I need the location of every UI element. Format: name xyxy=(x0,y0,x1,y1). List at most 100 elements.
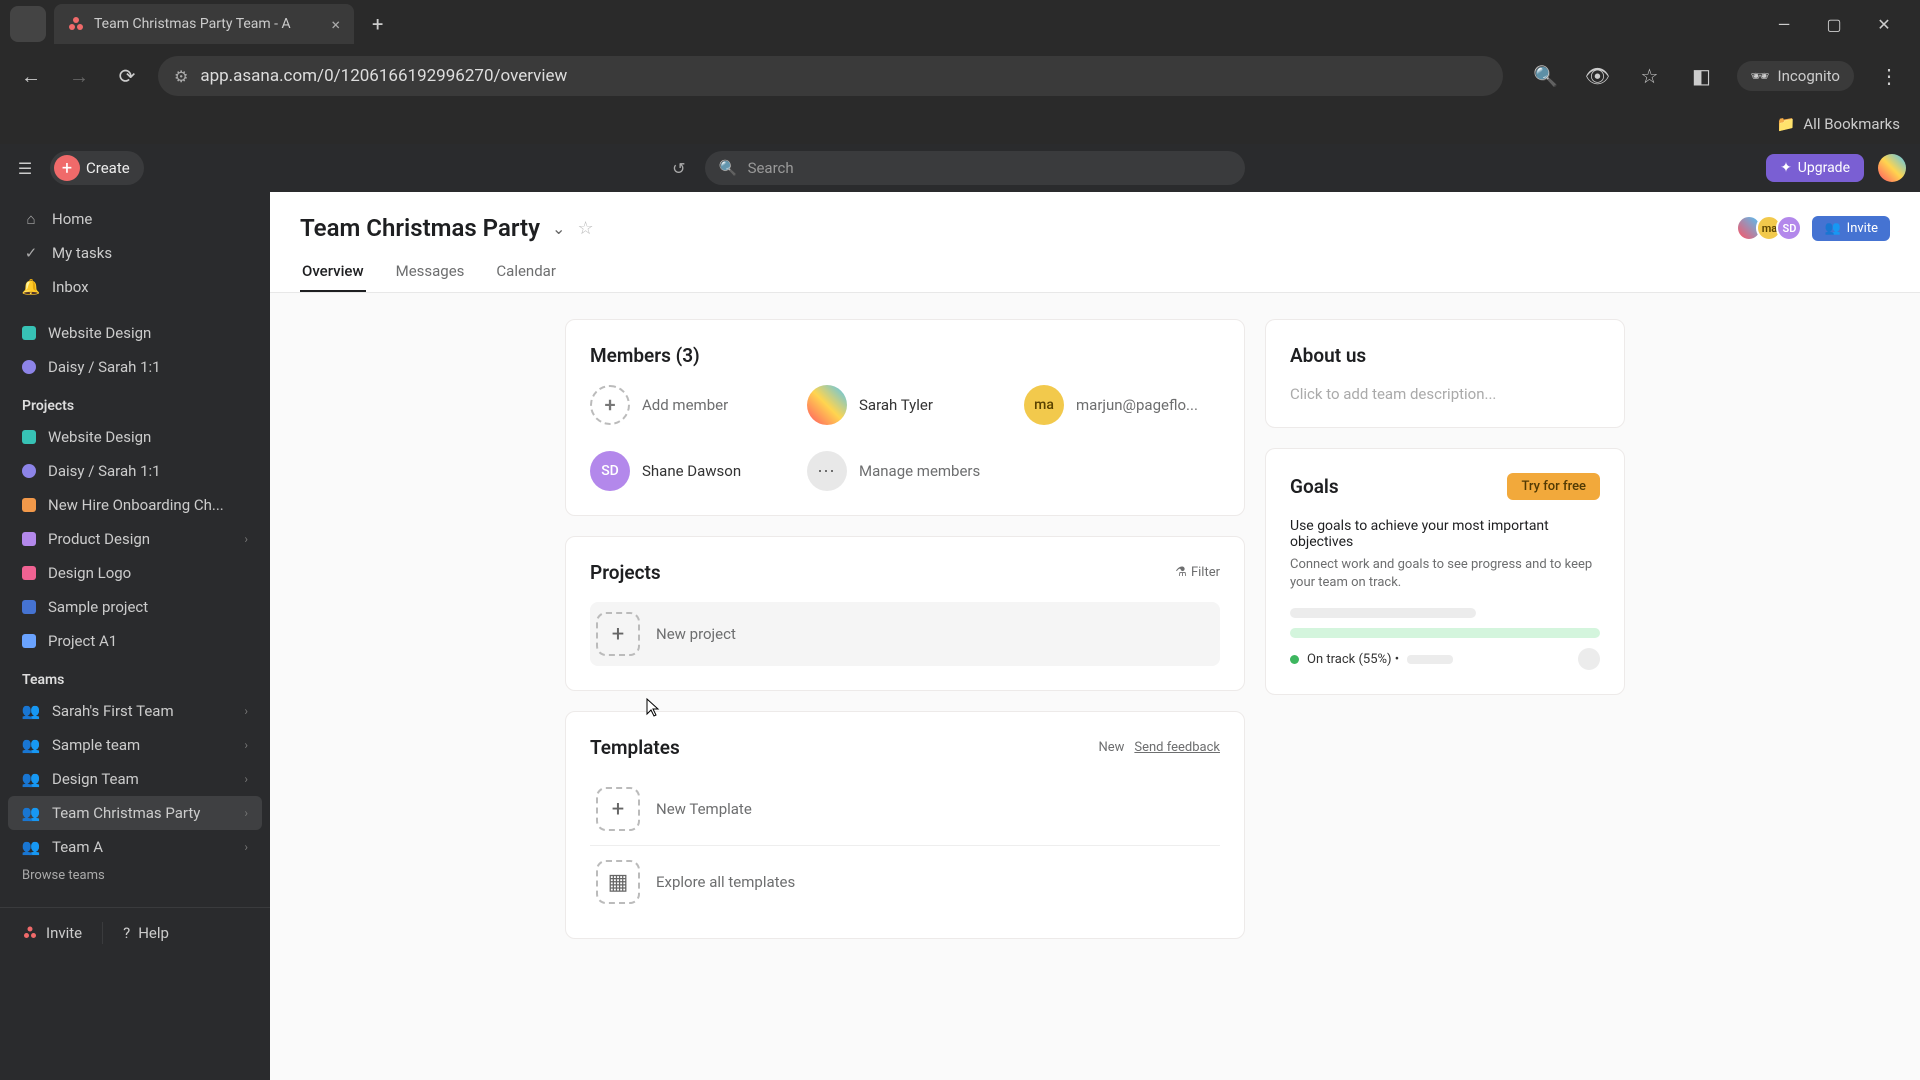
sidebar-team-item-active[interactable]: 👥Team Christmas Party› xyxy=(8,796,262,830)
sidebar-label: New Hire Onboarding Ch... xyxy=(48,496,224,514)
chevron-down-icon[interactable]: ⌄ xyxy=(552,219,565,238)
tab-messages[interactable]: Messages xyxy=(394,252,467,292)
sidebar-recent-item[interactable]: Daisy / Sarah 1:1 xyxy=(0,350,270,384)
goals-title: Goals xyxy=(1290,475,1339,498)
sidebar-item-home[interactable]: ⌂ Home xyxy=(0,202,270,236)
search-icon[interactable]: 🔍 xyxy=(1529,59,1563,93)
browse-teams-link[interactable]: Browse teams xyxy=(0,864,270,891)
user-avatar[interactable] xyxy=(1876,152,1908,184)
sidebar-project-item[interactable]: New Hire Onboarding Ch... xyxy=(0,488,270,522)
member-item[interactable]: SD Shane Dawson xyxy=(590,451,785,491)
close-window-icon[interactable]: ✕ xyxy=(1872,12,1896,36)
sidebar-section-teams: Teams xyxy=(0,658,270,694)
sidebar-label: Team Christmas Party xyxy=(52,804,200,822)
sidebar-project-item[interactable]: Website Design xyxy=(0,420,270,454)
incognito-label: Incognito xyxy=(1778,67,1840,85)
avatar-stack[interactable]: ma SD xyxy=(1742,215,1802,241)
page-title: Team Christmas Party xyxy=(300,214,540,242)
filter-button[interactable]: ⚗ Filter xyxy=(1175,565,1220,580)
new-project-label: New project xyxy=(656,625,736,643)
sidebar-recent-item[interactable]: Website Design xyxy=(0,316,270,350)
sidebar-team-item[interactable]: 👥Sample team› xyxy=(0,728,270,762)
projects-card: Projects ⚗ Filter + New project xyxy=(565,536,1245,691)
reload-button[interactable]: ⟳ xyxy=(110,59,144,93)
eye-off-icon[interactable]: 👁 xyxy=(1581,59,1615,93)
incognito-chip[interactable]: 🕶 Incognito xyxy=(1737,61,1855,91)
template-icon: ▦ xyxy=(596,860,640,904)
sidebar-team-item[interactable]: 👥Design Team› xyxy=(0,762,270,796)
member-name: Sarah Tyler xyxy=(859,396,933,414)
add-member-label: Add member xyxy=(642,396,728,414)
new-tab-button[interactable]: + xyxy=(362,12,393,36)
try-free-button[interactable]: Try for free xyxy=(1507,473,1600,500)
browser-tab[interactable]: Team Christmas Party Team - A × xyxy=(54,4,354,44)
chevron-right-icon: › xyxy=(244,704,248,718)
maximize-icon[interactable]: ▢ xyxy=(1822,12,1846,36)
member-item[interactable]: ma marjun@pageflo... xyxy=(1024,385,1219,425)
upgrade-label: Upgrade xyxy=(1798,160,1850,176)
project-color-icon xyxy=(22,566,36,580)
tab-strip: Team Christmas Party Team - A × + — ▢ ✕ xyxy=(0,0,1920,48)
back-button[interactable]: ← xyxy=(14,59,48,93)
bookmark-star-icon[interactable]: ☆ xyxy=(1633,59,1667,93)
address-bar[interactable]: ⚙ app.asana.com/0/1206166192996270/overv… xyxy=(158,56,1503,96)
overflow-menu-icon[interactable]: ⋮ xyxy=(1872,59,1906,93)
sidebar-label: Daisy / Sarah 1:1 xyxy=(48,462,161,480)
site-settings-icon[interactable]: ⚙ xyxy=(174,67,188,86)
sidebar-label: Product Design xyxy=(48,530,150,548)
sidebar-label: Daisy / Sarah 1:1 xyxy=(48,358,161,376)
member-item[interactable]: Sarah Tyler xyxy=(807,385,1002,425)
new-project-button[interactable]: + New project xyxy=(590,602,1220,666)
incognito-icon: 🕶 xyxy=(1751,67,1770,85)
sidebar-label: My tasks xyxy=(52,244,112,262)
help-button[interactable]: ? Help xyxy=(123,924,169,942)
sidebar-project-item[interactable]: Design Logo xyxy=(0,556,270,590)
sidebar-project-item[interactable]: Sample project xyxy=(0,590,270,624)
create-button[interactable]: + Create xyxy=(50,151,144,185)
goals-card: Goals Try for free Use goals to achieve … xyxy=(1265,448,1625,695)
tab-calendar[interactable]: Calendar xyxy=(494,252,558,292)
team-icon: 👥 xyxy=(22,736,40,754)
manage-members-button[interactable]: ⋯ Manage members xyxy=(807,451,1002,491)
sidebar-team-item[interactable]: 👥Team A› xyxy=(0,830,270,864)
manage-label: Manage members xyxy=(859,462,980,480)
close-tab-icon[interactable]: × xyxy=(331,15,340,34)
search-icon: 🔍 xyxy=(719,159,738,177)
sidebar-section-projects: Projects xyxy=(0,384,270,420)
sidebar-item-inbox[interactable]: 🔔 Inbox xyxy=(0,270,270,304)
upgrade-button[interactable]: ✦ Upgrade xyxy=(1766,154,1864,182)
sidebar-label: Project A1 xyxy=(48,632,117,650)
profile-button[interactable] xyxy=(10,6,46,42)
side-panel-icon[interactable]: ◧ xyxy=(1685,59,1719,93)
sidebar-project-item[interactable]: Product Design› xyxy=(0,522,270,556)
send-feedback-link[interactable]: Send feedback xyxy=(1134,740,1220,755)
add-member-button[interactable]: + Add member xyxy=(590,385,785,425)
star-icon[interactable]: ☆ xyxy=(577,218,593,239)
invite-button[interactable]: 👥 Invite xyxy=(1812,216,1890,241)
sidebar-label: Inbox xyxy=(52,278,89,296)
member-name: marjun@pageflo... xyxy=(1076,396,1198,414)
avatar: SD xyxy=(1776,215,1802,241)
sidebar-project-item[interactable]: Daisy / Sarah 1:1 xyxy=(0,454,270,488)
sidebar-team-item[interactable]: 👥Sarah's First Team› xyxy=(0,694,270,728)
sidebar-label: Browse teams xyxy=(22,868,105,883)
check-icon: ✓ xyxy=(22,244,40,262)
sidebar-label: Sample project xyxy=(48,598,148,616)
invite-button[interactable]: Invite xyxy=(22,924,82,942)
goals-sub: Connect work and goals to see progress a… xyxy=(1290,556,1600,592)
sidebar-project-item[interactable]: Project A1 xyxy=(0,624,270,658)
member-name: Shane Dawson xyxy=(642,462,741,480)
search-input[interactable]: 🔍 Search xyxy=(705,151,1245,185)
filter-icon: ⚗ xyxy=(1175,565,1187,580)
templates-card: Templates New Send feedback + New Templa… xyxy=(565,711,1245,939)
menu-icon[interactable]: ☰ xyxy=(12,155,38,181)
sidebar-item-mytasks[interactable]: ✓ My tasks xyxy=(0,236,270,270)
minimize-icon[interactable]: — xyxy=(1772,12,1796,36)
about-placeholder[interactable]: Click to add team description... xyxy=(1290,385,1600,403)
new-template-button[interactable]: + New Template xyxy=(590,777,1220,841)
history-icon[interactable]: ↺ xyxy=(665,154,693,182)
all-bookmarks-link[interactable]: All Bookmarks xyxy=(1803,115,1900,133)
explore-templates-button[interactable]: ▦ Explore all templates xyxy=(590,850,1220,914)
tab-overview[interactable]: Overview xyxy=(300,252,366,292)
chevron-right-icon: › xyxy=(244,772,248,786)
